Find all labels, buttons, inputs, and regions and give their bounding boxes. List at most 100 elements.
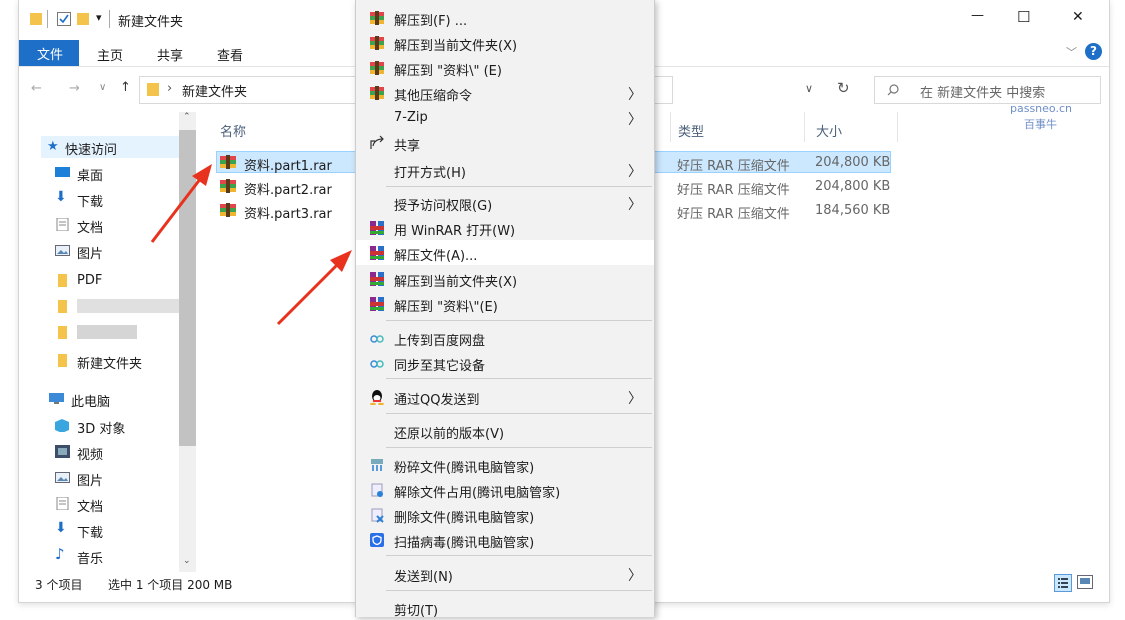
file-size: 184,560 KB — [815, 203, 891, 218]
winrar-icon — [370, 246, 384, 260]
submenu-arrow-icon: 〉 — [628, 568, 642, 584]
menu-item-7zip[interactable]: 7-Zip 〉 — [356, 105, 654, 130]
nav-item-3d-objects[interactable]: 3D 对象 — [55, 415, 195, 437]
menu-item-share[interactable]: 共享 — [356, 130, 654, 155]
music-icon: ♪ — [55, 545, 65, 563]
winrar-icon — [370, 272, 384, 286]
nav-item-pdf[interactable]: PDF — [55, 270, 195, 292]
menu-item-haozip-extract-to[interactable]: 解压到(F) ... — [356, 5, 654, 30]
tab-view[interactable]: 查看 — [217, 45, 243, 64]
menu-item-label: 解压文件(A)... — [394, 249, 478, 264]
scroll-down-icon[interactable]: ⌄ — [183, 556, 191, 566]
menu-item-send-to[interactable]: 发送到(N) 〉 — [356, 561, 654, 586]
nav-item-new-folder[interactable]: 新建文件夹 — [55, 350, 195, 372]
maximize-button[interactable]: ☐ — [1017, 8, 1030, 26]
nav-item-label: 音乐 — [77, 552, 104, 567]
file-size: 204,800 KB — [815, 155, 891, 170]
menu-item-label: 解压到当前文件夹(X) — [394, 39, 518, 54]
nav-item-label: 下载 — [77, 195, 104, 210]
nav-item-documents-pc[interactable]: 文档 — [55, 493, 195, 515]
column-divider[interactable] — [897, 112, 898, 142]
column-divider[interactable] — [804, 112, 805, 142]
status-item-count: 3 个项目 — [35, 578, 83, 592]
minimize-button[interactable]: — — [971, 8, 984, 23]
search-placeholder: 在 新建文件夹 中搜索 — [920, 86, 1046, 101]
shred-icon — [371, 459, 383, 471]
menu-item-scan-virus[interactable]: 扫描病毒(腾讯电脑管家) — [356, 527, 654, 552]
haozip-icon — [370, 61, 384, 75]
menu-item-label: 共享 — [394, 139, 421, 154]
tab-home[interactable]: 主页 — [97, 45, 123, 64]
menu-item-label: 解除文件占用(腾讯电脑管家) — [394, 486, 561, 501]
menu-item-release-file-lock[interactable]: 解除文件占用(腾讯电脑管家) — [356, 477, 654, 502]
column-header-size[interactable]: 大小 — [816, 121, 842, 140]
breadcrumb[interactable]: 新建文件夹 — [182, 81, 247, 100]
blurred-label — [77, 299, 187, 313]
menu-item-haozip-extract-here[interactable]: 解压到当前文件夹(X) — [356, 30, 654, 55]
back-button[interactable]: ← — [31, 81, 42, 96]
nav-item-blurred-1[interactable] — [55, 296, 195, 318]
recent-locations-dropdown[interactable]: ∨ — [99, 82, 106, 93]
menu-item-sync-devices[interactable]: 同步至其它设备 — [356, 350, 654, 375]
properties-check-icon[interactable] — [57, 12, 71, 26]
menu-item-send-via-qq[interactable]: 通过QQ发送到 〉 — [356, 384, 654, 409]
submenu-arrow-icon: 〉 — [628, 197, 642, 213]
nav-this-pc-label: 此电脑 — [71, 395, 111, 410]
menu-item-label: 授予访问权限(G) — [394, 199, 493, 214]
nav-item-pictures-pc[interactable]: 图片 — [55, 467, 195, 489]
refresh-icon[interactable]: ↻ — [837, 79, 850, 97]
address-dropdown[interactable]: ∨ — [805, 82, 813, 95]
forward-button[interactable]: → — [69, 81, 80, 96]
nav-item-label: 下载 — [77, 526, 104, 541]
haozip-icon — [370, 86, 384, 100]
submenu-arrow-icon: 〉 — [628, 391, 642, 407]
details-view-button[interactable] — [1054, 574, 1072, 592]
nav-item-downloads-pc[interactable]: ⬇ 下载 — [55, 519, 195, 541]
expand-ribbon-icon[interactable]: ﹀ — [1066, 44, 1077, 60]
divider — [47, 10, 48, 28]
scroll-up-icon[interactable]: ⌃ — [183, 112, 191, 122]
menu-item-label: 同步至其它设备 — [394, 359, 486, 374]
quick-access-toolbar-dropdown[interactable]: ▾ — [96, 11, 102, 24]
document-icon — [56, 218, 69, 231]
menu-item-winrar-extract-to-folder[interactable]: 解压到 "资料\"(E) — [356, 291, 654, 316]
large-icons-view-icon[interactable] — [1077, 575, 1093, 589]
menu-item-other-compress-commands[interactable]: 其他压缩命令 〉 — [356, 80, 654, 105]
menu-separator — [386, 447, 652, 448]
haozip-rar-icon — [220, 155, 236, 169]
folder-icon — [58, 274, 67, 287]
menu-item-upload-baidu-netdisk[interactable]: 上传到百度网盘 — [356, 325, 654, 350]
column-header-type[interactable]: 类型 — [678, 121, 704, 140]
tab-share[interactable]: 共享 — [157, 45, 183, 64]
search-input[interactable]: 在 新建文件夹 中搜索 — [874, 76, 1101, 104]
close-button[interactable]: ✕ — [1072, 9, 1084, 25]
menu-item-delete-file[interactable]: 删除文件(腾讯电脑管家) — [356, 502, 654, 527]
nav-item-videos[interactable]: 视频 — [55, 441, 195, 463]
column-header-name[interactable]: 名称 — [220, 121, 246, 140]
help-icon[interactable]: ? — [1085, 43, 1102, 60]
menu-item-open-with[interactable]: 打开方式(H) 〉 — [356, 157, 654, 182]
menu-item-winrar-extract-here[interactable]: 解压到当前文件夹(X) — [356, 266, 654, 291]
menu-item-haozip-extract-to-folder[interactable]: 解压到 "资料\" (E) — [356, 55, 654, 80]
menu-item-cut[interactable]: 剪切(T) — [356, 595, 654, 620]
folder-icon — [58, 326, 67, 339]
menu-item-open-with-winrar[interactable]: 用 WinRAR 打开(W) — [356, 215, 654, 240]
menu-item-give-access[interactable]: 授予访问权限(G) 〉 — [356, 190, 654, 215]
nav-item-blurred-2[interactable] — [55, 322, 195, 344]
menu-item-label: 解压到(F) ... — [394, 14, 468, 29]
blurred-label — [77, 325, 137, 339]
download-icon: ⬇ — [55, 189, 67, 205]
menu-item-winrar-extract-files[interactable]: 解压文件(A)... — [356, 240, 654, 265]
menu-item-restore-previous-versions[interactable]: 还原以前的版本(V) — [356, 418, 654, 443]
watermark-text: 百事牛 — [1024, 118, 1057, 131]
nav-quick-access[interactable]: ★ 快速访问 — [41, 136, 191, 158]
menu-item-shred-file[interactable]: 粉碎文件(腾讯电脑管家) — [356, 452, 654, 477]
column-divider[interactable] — [670, 112, 671, 142]
new-folder-icon[interactable] — [77, 12, 89, 26]
menu-item-label: 解压到 "资料\" (E) — [394, 64, 502, 79]
tab-file[interactable]: 文件 — [19, 40, 79, 66]
nav-this-pc[interactable]: 此电脑 — [49, 388, 189, 410]
menu-item-label: 剪切(T) — [394, 604, 439, 619]
up-button[interactable]: ↑ — [120, 80, 131, 95]
nav-item-music[interactable]: ♪ 音乐 — [55, 545, 195, 567]
